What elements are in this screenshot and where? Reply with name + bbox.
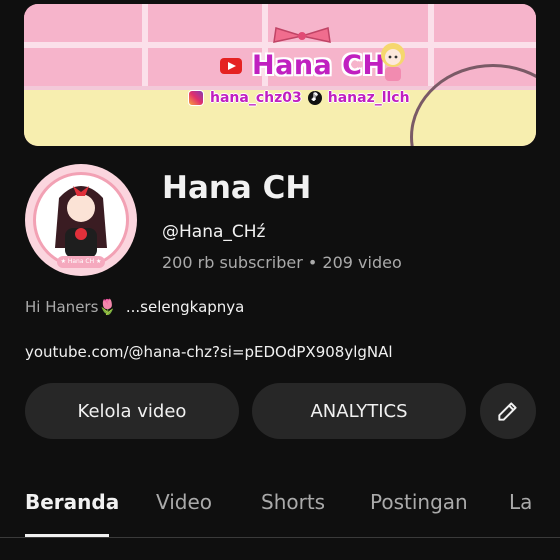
channel-link[interactable]: youtube.com/@hana-chz?si=pEDOdPX908ylgNA… xyxy=(25,343,393,361)
avatar-character-icon xyxy=(55,186,107,258)
tab-shorts[interactable]: Shorts xyxy=(261,490,325,514)
channel-tabs: Beranda Video Shorts Postingan La xyxy=(0,480,560,540)
tab-beranda[interactable]: Beranda xyxy=(25,490,119,514)
bow-icon xyxy=(273,27,331,43)
channel-stats: 200 rb subscriber • 209 video xyxy=(162,253,402,272)
channel-name: Hana CH xyxy=(162,170,312,206)
tab-postingan[interactable]: Postingan xyxy=(370,490,468,514)
channel-description[interactable]: Hi Haners🌷 ...selengkapnya xyxy=(25,298,244,316)
channel-handle: @Hana_CHź xyxy=(162,222,266,242)
tiktok-handle: hanaz_llch xyxy=(327,90,410,106)
analytics-label: ANALYTICS xyxy=(310,400,408,422)
pencil-icon xyxy=(498,402,517,421)
youtube-logo-icon xyxy=(220,57,242,74)
instagram-handle: hana_chz03 xyxy=(210,90,302,106)
manage-videos-label: Kelola video xyxy=(77,400,187,422)
avatar-label: ★ Hana CH ★ xyxy=(57,256,105,268)
analytics-button[interactable]: ANALYTICS xyxy=(252,383,466,439)
manage-videos-button[interactable]: Kelola video xyxy=(25,383,239,439)
tab-more[interactable]: La xyxy=(509,490,532,514)
banner-title: Hana CH xyxy=(252,50,386,81)
show-more-link[interactable]: ...selengkapnya xyxy=(126,298,244,316)
description-text: Hi Haners🌷 xyxy=(25,298,118,316)
tiktok-icon: ♪ xyxy=(307,91,322,105)
chibi-character-icon xyxy=(381,43,405,81)
instagram-icon xyxy=(188,90,204,106)
edit-channel-button[interactable] xyxy=(480,383,536,439)
channel-banner: Hana CH hana_chz03 ♪ hanaz_llch xyxy=(24,4,536,146)
channel-avatar[interactable]: ★ Hana CH ★ xyxy=(25,164,137,276)
tabs-divider xyxy=(0,537,560,538)
tab-video[interactable]: Video xyxy=(156,490,212,514)
